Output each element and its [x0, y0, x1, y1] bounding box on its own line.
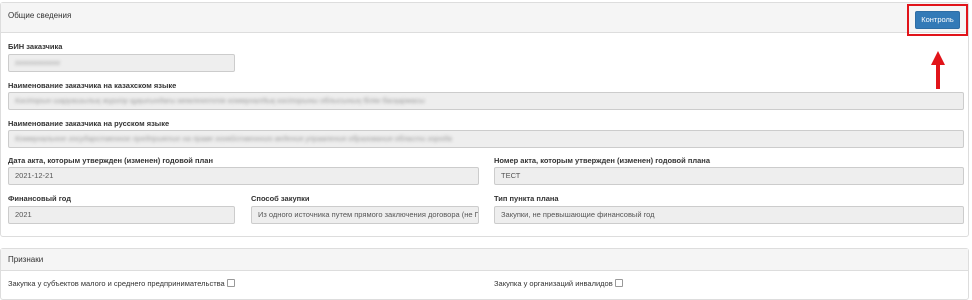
bin-label: БИН заказчика [8, 42, 63, 51]
act-number-field[interactable]: ТЕСТ [494, 167, 964, 185]
fin-year-label: Финансовый год [8, 194, 71, 203]
general-info-heading: Общие сведения Контроль [1, 3, 968, 33]
highlight-box [907, 4, 968, 36]
method-label: Способ закупки [251, 194, 310, 203]
sme-checkbox[interactable] [226, 279, 235, 288]
bin-value: xxxxxxxxxxxx [15, 58, 60, 67]
name-kz-field[interactable]: Кәсіпорын шаруашылық жүргізу құқығындағы… [8, 92, 964, 110]
sme-label: Закупка у субъектов малого и среднего пр… [8, 279, 225, 288]
name-ru-value: Коммунальное государственное предприятие… [15, 134, 452, 143]
general-info-panel: Общие сведения Контроль БИН заказчика xx… [0, 2, 969, 237]
arrow-up-icon [931, 51, 945, 65]
item-type-field[interactable]: Закупки, не превышающие финансовый год [494, 206, 964, 224]
sme-row: Закупка у субъектов малого и среднего пр… [8, 279, 235, 288]
act-date-field[interactable]: 2021-12-21 [8, 167, 479, 185]
disabled-org-label: Закупка у организаций инвалидов [494, 279, 613, 288]
signs-panel: Признаки Закупка у субъектов малого и ср… [0, 248, 969, 300]
bin-field[interactable]: xxxxxxxxxxxx [8, 54, 235, 72]
item-type-label: Тип пункта плана [494, 194, 559, 203]
general-info-title: Общие сведения [8, 11, 72, 20]
act-date-label: Дата акта, которым утвержден (изменен) г… [8, 156, 213, 165]
name-ru-label: Наименование заказчика на русском языке [8, 119, 170, 128]
disabled-org-row: Закупка у организаций инвалидов [494, 279, 623, 288]
disabled-org-checkbox[interactable] [614, 279, 623, 288]
signs-heading: Признаки [1, 249, 968, 271]
method-field[interactable]: Из одного источника путем прямого заключ… [251, 206, 479, 224]
name-kz-label: Наименование заказчика на казахском язык… [8, 81, 177, 90]
name-ru-field[interactable]: Коммунальное государственное предприятие… [8, 130, 964, 148]
signs-title: Признаки [8, 255, 44, 264]
fin-year-field[interactable]: 2021 [8, 206, 235, 224]
name-kz-value: Кәсіпорын шаруашылық жүргізу құқығындағы… [15, 96, 425, 105]
arrow-shaft [936, 64, 940, 89]
act-number-label: Номер акта, которым утвержден (изменен) … [494, 156, 710, 165]
